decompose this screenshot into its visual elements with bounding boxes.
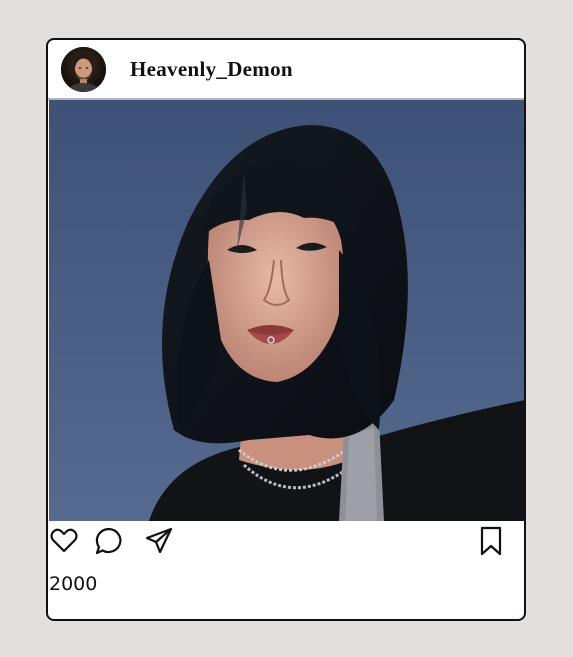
bookmark-icon[interactable] <box>476 525 506 557</box>
likes-count: 2000 <box>49 573 98 595</box>
post-card: Heavenly_Demon 2000 <box>46 38 526 621</box>
post-photo <box>49 100 524 521</box>
heart-icon[interactable] <box>49 525 79 557</box>
paper-plane-icon[interactable] <box>144 525 174 557</box>
comment-bubble-icon[interactable] <box>94 525 124 557</box>
post-username[interactable]: Heavenly_Demon <box>130 57 293 82</box>
avatar[interactable] <box>61 47 106 92</box>
post-header: Heavenly_Demon <box>48 40 524 100</box>
avatar-image <box>61 47 106 92</box>
post-actions <box>48 525 524 561</box>
post-photo-illustration <box>49 100 524 521</box>
